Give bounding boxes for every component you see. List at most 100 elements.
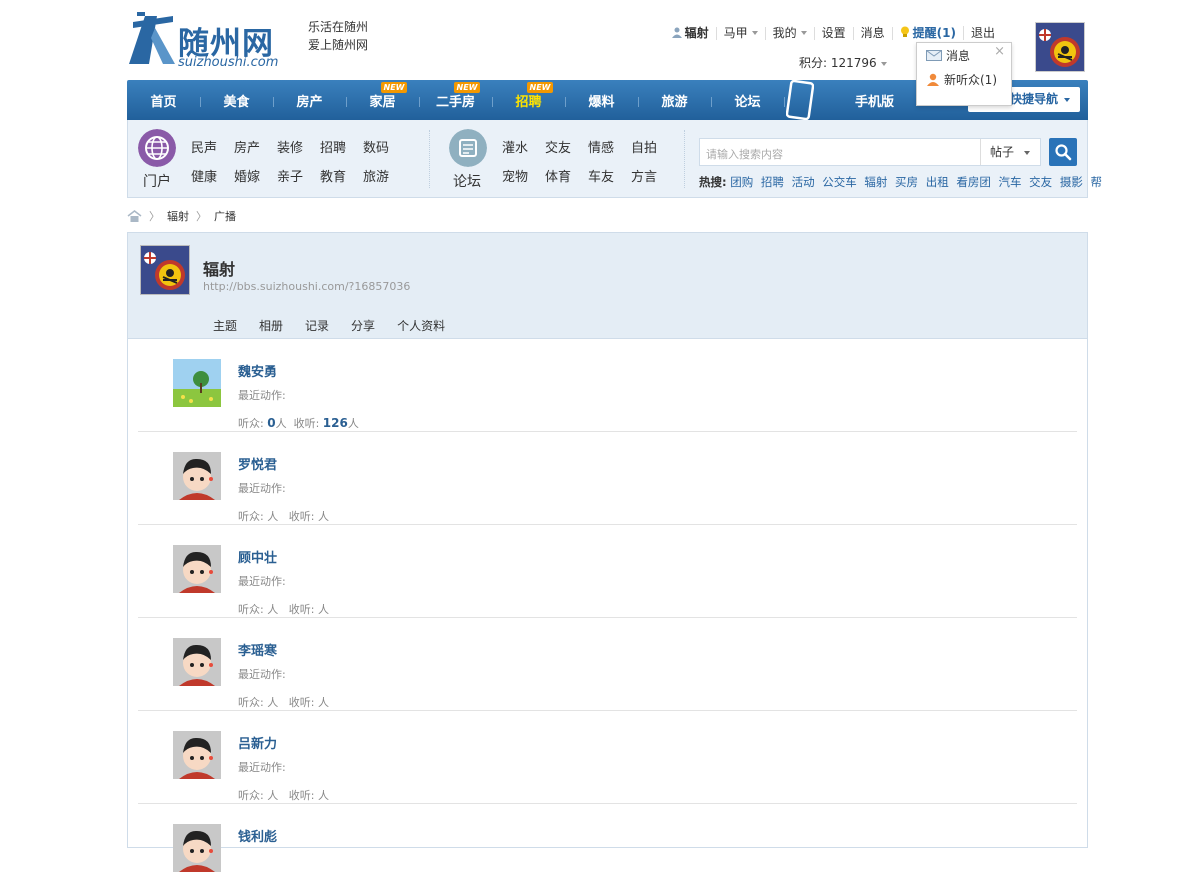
hot-link[interactable]: 汽车 xyxy=(999,175,1022,189)
menu-majia[interactable]: 马甲 xyxy=(717,25,766,40)
forum-icon[interactable] xyxy=(449,129,487,167)
nav-label: 旅游 xyxy=(661,94,688,110)
search-scope-label: 帖子 xyxy=(990,145,1015,159)
default-avatar[interactable] xyxy=(173,824,221,872)
nav-item-second-hand-house[interactable]: NEW 二手房 xyxy=(419,81,492,110)
menu-settings[interactable]: 设置 xyxy=(815,26,854,40)
user-icon xyxy=(671,27,682,38)
portal-link[interactable]: 数码 xyxy=(363,137,406,156)
nav-item-food[interactable]: 美食 xyxy=(200,91,273,110)
nav-item-news-tips[interactable]: 爆料 xyxy=(565,91,638,110)
nav-item-house[interactable]: 房产 xyxy=(273,91,346,110)
score-menu[interactable]: 积分: 121796 xyxy=(799,54,887,71)
portal-link[interactable]: 婚嫁 xyxy=(234,166,277,185)
search-button[interactable] xyxy=(1049,138,1077,166)
globe-icon[interactable] xyxy=(138,129,176,167)
close-icon[interactable]: × xyxy=(994,44,1005,59)
search-input[interactable]: 请输入搜索内容 xyxy=(706,146,783,162)
hot-link[interactable]: 交友 xyxy=(1029,175,1052,189)
chevron-down-icon xyxy=(1064,98,1070,102)
profile-avatar[interactable] xyxy=(140,245,190,295)
portal-label[interactable]: 门户 xyxy=(143,171,171,191)
new-badge: NEW xyxy=(453,81,481,93)
profile-url[interactable]: http://bbs.suizhoushi.com/?16857036 xyxy=(203,280,410,293)
portal-link[interactable]: 招聘 xyxy=(320,137,363,156)
portal-link[interactable]: 旅游 xyxy=(363,166,406,185)
hot-link[interactable]: 团购 xyxy=(730,175,753,189)
logo-mark-icon xyxy=(129,12,175,64)
hot-link[interactable]: 招聘 xyxy=(761,175,784,189)
following-label: 收听: xyxy=(288,696,315,709)
user-name-link[interactable]: 魏安勇 xyxy=(238,361,277,380)
default-avatar[interactable] xyxy=(173,638,221,686)
popup-new-listener-link[interactable]: 新听众(1) xyxy=(917,67,1011,91)
home-icon[interactable] xyxy=(127,210,142,222)
nav-item-forum[interactable]: 论坛 xyxy=(711,91,784,110)
hot-link[interactable]: 买房 xyxy=(895,175,918,189)
tab-share[interactable]: 分享 xyxy=(351,317,375,334)
forum-link[interactable]: 方言 xyxy=(631,166,674,185)
forum-link[interactable]: 宠物 xyxy=(502,166,545,185)
breadcrumb-separator: 〉 xyxy=(196,210,207,223)
breadcrumb-separator: 〉 xyxy=(149,210,160,223)
new-badge: NEW xyxy=(380,81,408,93)
portal-link[interactable]: 装修 xyxy=(277,137,320,156)
remind-link[interactable]: 提醒(1) xyxy=(893,26,964,40)
portal-link[interactable]: 民声 xyxy=(191,137,234,156)
list-item: 魏安勇 最近动作: 听众: 0人 收听: 126人 xyxy=(138,338,1077,432)
forum-link[interactable]: 交友 xyxy=(545,137,588,156)
hot-link[interactable]: 活动 xyxy=(792,175,815,189)
tab-records[interactable]: 记录 xyxy=(305,317,329,334)
hot-link[interactable]: 辐射 xyxy=(864,175,887,189)
hot-link[interactable]: 帮 xyxy=(1090,175,1102,189)
username-link[interactable]: 辐射 xyxy=(665,26,717,40)
recent-action: 最近动作: xyxy=(238,668,286,681)
nav-item-jobs[interactable]: NEW 招聘 xyxy=(492,81,565,110)
user-name-link[interactable]: 罗悦君 xyxy=(238,454,277,473)
user-name-link[interactable]: 钱利彪 xyxy=(238,826,277,845)
following-label: 收听: xyxy=(288,510,315,523)
search-scope-select[interactable]: 帖子 xyxy=(980,139,1040,165)
tab-album[interactable]: 相册 xyxy=(259,317,283,334)
quick-nav-label: 快捷导航 xyxy=(1009,92,1058,106)
user-name-link[interactable]: 吕新力 xyxy=(238,733,277,752)
portal-link[interactable]: 房产 xyxy=(234,137,277,156)
menu-mine[interactable]: 我的 xyxy=(766,26,815,40)
nav-item-home-decor[interactable]: NEW 家居 xyxy=(346,81,419,110)
default-avatar[interactable] xyxy=(173,452,221,500)
forum-link[interactable]: 体育 xyxy=(545,166,588,185)
hot-link[interactable]: 出租 xyxy=(926,175,949,189)
hot-link[interactable]: 看房团 xyxy=(956,175,991,189)
portal-link[interactable]: 教育 xyxy=(320,166,363,185)
default-avatar[interactable] xyxy=(173,545,221,593)
user-name-link[interactable]: 顾中壮 xyxy=(238,547,277,566)
user-avatar[interactable] xyxy=(1035,22,1085,72)
nav-item-travel[interactable]: 旅游 xyxy=(638,91,711,110)
logout-link[interactable]: 退出 xyxy=(964,26,1002,40)
user-toolbar: 辐射 马甲 我的 设置 消息 提醒(1) 退出 xyxy=(665,26,1002,40)
forum-label[interactable]: 论坛 xyxy=(453,171,481,191)
tab-profile-info[interactable]: 个人资料 xyxy=(397,317,445,334)
forum-link[interactable]: 灌水 xyxy=(502,137,545,156)
tab-topics[interactable]: 主题 xyxy=(213,317,237,334)
menu-majia-label: 马甲 xyxy=(723,25,748,40)
forum-link[interactable]: 自拍 xyxy=(631,137,674,156)
breadcrumb-user[interactable]: 辐射 xyxy=(167,208,189,224)
list-item: 钱利彪 xyxy=(138,803,1077,896)
hot-link[interactable]: 公交车 xyxy=(822,175,857,189)
default-avatar[interactable] xyxy=(173,731,221,779)
site-logo[interactable]: 随州网 suizhoushi.com xyxy=(127,8,287,70)
unit: 人 xyxy=(317,510,329,523)
user-avatar[interactable] xyxy=(173,359,221,407)
forum-link[interactable]: 情感 xyxy=(588,137,631,156)
hot-link[interactable]: 摄影 xyxy=(1060,175,1083,189)
user-name-link[interactable]: 李瑶寒 xyxy=(238,640,277,659)
person-icon xyxy=(927,73,939,86)
list-item: 吕新力 最近动作: 听众: 人 收听: 人 xyxy=(138,710,1077,804)
portal-link[interactable]: 健康 xyxy=(191,166,234,185)
forum-link[interactable]: 车友 xyxy=(588,166,631,185)
menu-messages[interactable]: 消息 xyxy=(854,26,893,40)
nav-item-home[interactable]: 首页 xyxy=(127,91,200,110)
follow-stats: 听众: 人 收听: 人 xyxy=(238,694,329,710)
portal-link[interactable]: 亲子 xyxy=(277,166,320,185)
